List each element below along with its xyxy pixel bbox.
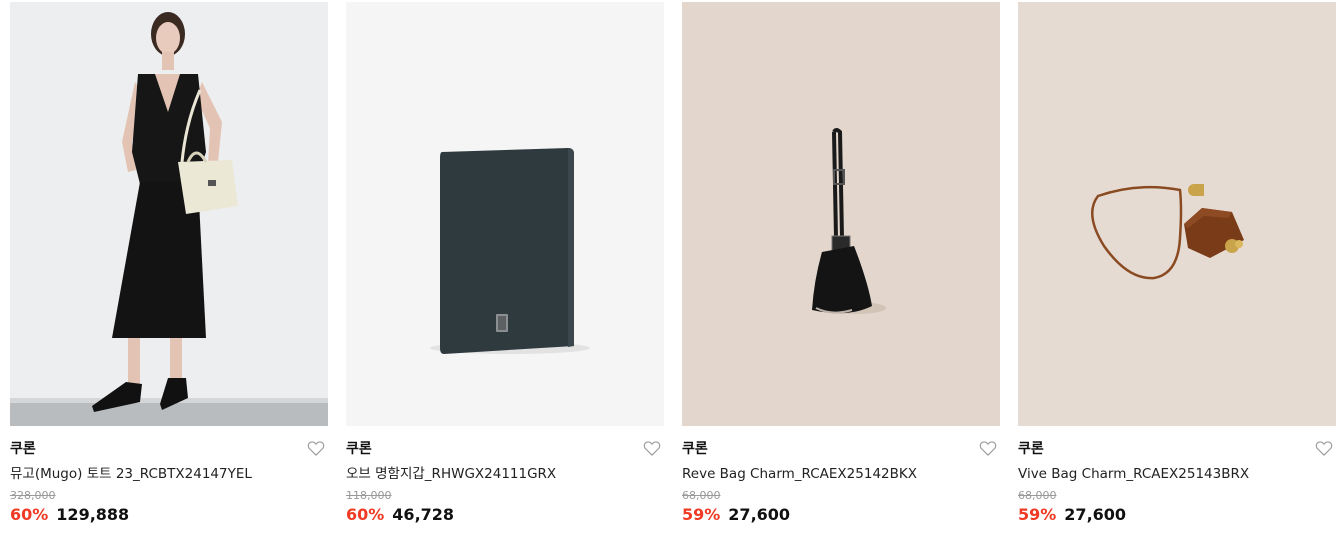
product-image[interactable]: [10, 2, 328, 426]
sale-price: 129,888: [56, 505, 130, 524]
heart-outline-icon[interactable]: [1314, 438, 1334, 458]
product-name[interactable]: Vive Bag Charm_RCAEX25143BRX: [1018, 465, 1336, 483]
original-price: 68,000: [1018, 489, 1057, 502]
heart-outline-icon[interactable]: [642, 438, 662, 458]
product-info: 쿠론 Reve Bag Charm_RCAEX25142BKX 68,000 5…: [682, 426, 1000, 525]
product-card[interactable]: 쿠론 뮤고(Mugo) 토트 23_RCBTX24147YEL 328,000 …: [10, 2, 328, 525]
brand-name[interactable]: 쿠론: [1018, 440, 1336, 458]
sale-price: 46,728: [392, 505, 455, 524]
original-price: 118,000: [346, 489, 392, 502]
product-info: 쿠론 뮤고(Mugo) 토트 23_RCBTX24147YEL 328,000 …: [10, 426, 328, 525]
product-grid: 쿠론 뮤고(Mugo) 토트 23_RCBTX24147YEL 328,000 …: [10, 2, 1336, 525]
discount-rate: 60%: [346, 505, 385, 524]
brand-name[interactable]: 쿠론: [10, 440, 328, 458]
product-card[interactable]: 쿠론 Vive Bag Charm_RCAEX25143BRX 68,000 5…: [1018, 2, 1336, 525]
original-price: 68,000: [682, 489, 721, 502]
product-image[interactable]: [682, 2, 1000, 426]
heart-outline-icon[interactable]: [978, 438, 998, 458]
product-name[interactable]: 뮤고(Mugo) 토트 23_RCBTX24147YEL: [10, 465, 328, 483]
price-row: 60% 46,728: [346, 505, 664, 525]
product-image[interactable]: [346, 2, 664, 426]
product-name[interactable]: 오브 명함지갑_RHWGX24111GRX: [346, 465, 664, 483]
price-row: 59% 27,600: [682, 505, 1000, 525]
product-card[interactable]: 쿠론 오브 명함지갑_RHWGX24111GRX 118,000 60% 46,7…: [346, 2, 664, 525]
discount-rate: 59%: [682, 505, 721, 524]
product-info: 쿠론 오브 명함지갑_RHWGX24111GRX 118,000 60% 46,7…: [346, 426, 664, 525]
price-row: 60% 129,888: [10, 505, 328, 525]
sale-price: 27,600: [1064, 505, 1127, 524]
heart-outline-icon[interactable]: [306, 438, 326, 458]
product-info: 쿠론 Vive Bag Charm_RCAEX25143BRX 68,000 5…: [1018, 426, 1336, 525]
product-image[interactable]: [1018, 2, 1336, 426]
sale-price: 27,600: [728, 505, 791, 524]
price-row: 59% 27,600: [1018, 505, 1336, 525]
discount-rate: 60%: [10, 505, 49, 524]
discount-rate: 59%: [1018, 505, 1057, 524]
brand-name[interactable]: 쿠론: [346, 440, 664, 458]
product-card[interactable]: 쿠론 Reve Bag Charm_RCAEX25142BKX 68,000 5…: [682, 2, 1000, 525]
product-name[interactable]: Reve Bag Charm_RCAEX25142BKX: [682, 465, 1000, 483]
original-price: 328,000: [10, 489, 56, 502]
brand-name[interactable]: 쿠론: [682, 440, 1000, 458]
